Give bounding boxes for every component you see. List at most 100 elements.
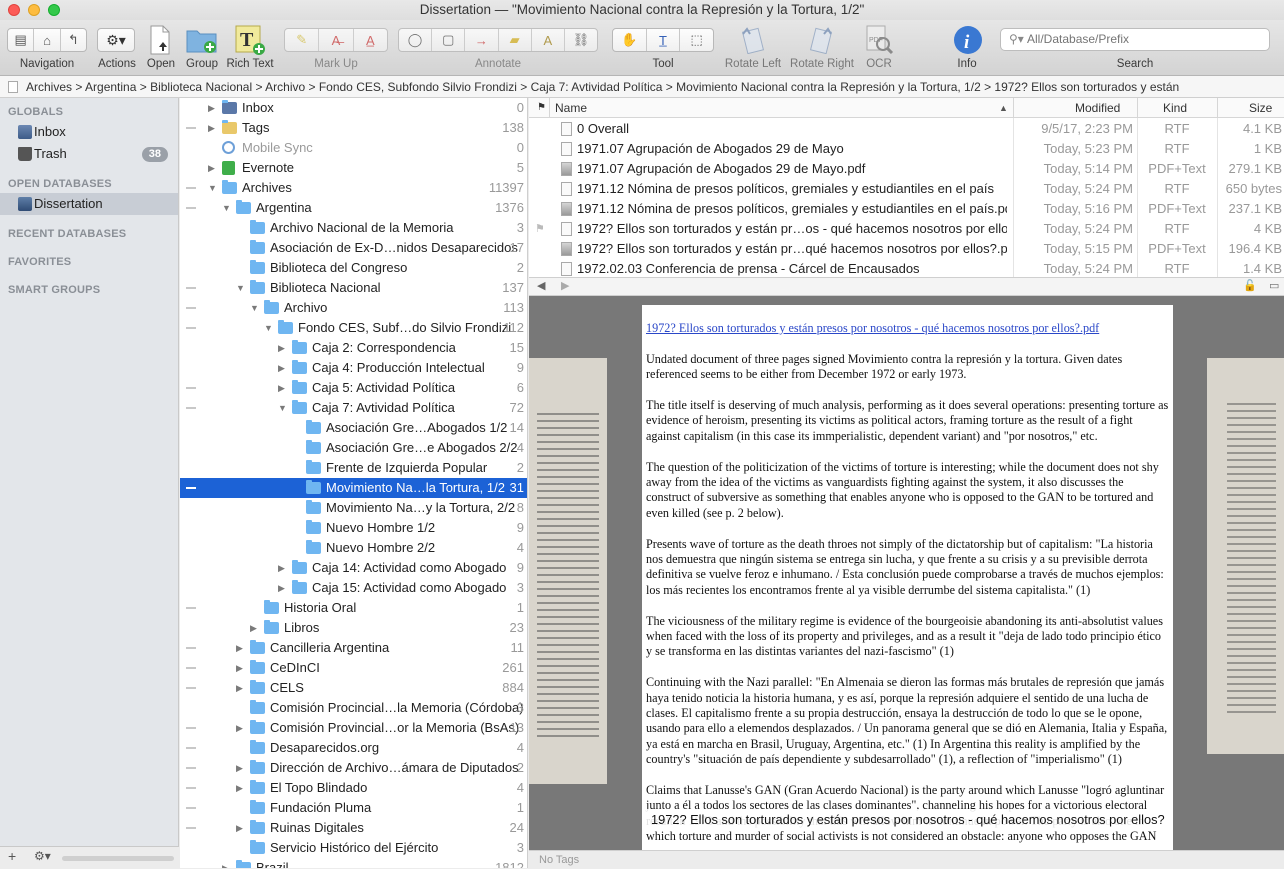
home-icon[interactable]: ⌂ [34,29,61,51]
outline-row[interactable]: Historia Oral 1 [180,598,527,618]
list-row[interactable]: 0 Overall 9/5/17, 2:23 PM RTF 4.1 KB [529,119,1284,139]
outline-row[interactable]: Comisión Procincial…la Memoria (Córdoba)… [180,698,527,718]
previous-icon[interactable]: ◀ [537,279,545,292]
disclosure-closed-icon[interactable]: ▶ [208,118,215,138]
outline-row[interactable]: Archivo Nacional de la Memoria 3 [180,218,527,238]
drag-handle-icon[interactable] [186,307,196,309]
outline-row[interactable]: ▶ Caja 2: Correspondencia 15 [180,338,527,358]
oval-icon[interactable]: ◯ [399,29,433,51]
outline-row[interactable]: ▼ Caja 7: Avtividad Política 72 [180,398,527,418]
drag-handle-icon[interactable] [186,667,196,669]
drag-handle-icon[interactable] [186,187,196,189]
outline-row[interactable]: ▼ Argentina 1376 [180,198,527,218]
next-icon[interactable]: ▶ [561,279,569,292]
search-field[interactable]: ⚲▾ [1000,28,1270,51]
column-header-modified[interactable]: Modified [1075,98,1120,118]
sidebar-item-trash[interactable]: Trash 38 [0,143,178,165]
disclosure-closed-icon[interactable]: ▶ [236,638,243,658]
drag-handle-icon[interactable] [186,387,196,389]
outline-row[interactable]: Nuevo Hombre 2/2 4 [180,538,527,558]
hand-tool-icon[interactable]: ✋ [613,29,647,51]
note-icon[interactable]: ▰ [499,29,532,51]
breadcrumb-path[interactable]: Archives > Argentina > Biblioteca Nacion… [26,80,1179,94]
text-box-icon[interactable]: A [532,29,565,51]
outline-row[interactable]: ▶ CELS 884 [180,678,527,698]
drag-handle-icon[interactable] [186,767,196,769]
disclosure-open-icon[interactable]: ▼ [236,278,245,298]
list-row[interactable]: 1971.07 Agrupación de Abogados 29 de May… [529,139,1284,159]
disclosure-closed-icon[interactable]: ▶ [278,578,285,598]
underline-icon[interactable]: A̲ [354,29,387,51]
back-up-icon[interactable]: ↰ [61,29,86,51]
drag-handle-icon[interactable] [186,727,196,729]
rotate-left-button[interactable] [738,25,768,55]
outline-row[interactable]: Frente de Izquierda Popular 2 [180,458,527,478]
disclosure-closed-icon[interactable]: ▶ [236,818,243,838]
gear-icon[interactable]: ⚙▾ [34,849,51,863]
outline-row[interactable]: Desaparecidos.org 4 [180,738,527,758]
list-row[interactable]: 1971.07 Agrupación de Abogados 29 de May… [529,159,1284,179]
outline-row[interactable]: ▶ Comisión Provincial…or la Memoria (BsAs… [180,718,527,738]
disclosure-open-icon[interactable]: ▼ [208,178,217,198]
outline-row[interactable]: ▶ Inbox 0 [180,98,527,118]
disclosure-closed-icon[interactable]: ▶ [222,858,229,868]
drag-handle-icon[interactable] [186,407,196,409]
disclosure-closed-icon[interactable]: ▶ [278,378,285,398]
outline-row[interactable]: ▼ Fondo CES, Subf…do Silvio Frondizi 112 [180,318,527,338]
outline-row[interactable]: Asociación Gre…e Abogados 2/2 4 [180,438,527,458]
sidebar-heading-favorites[interactable]: FAVORITES [8,256,71,268]
minimize-window-button[interactable] [28,4,40,16]
flag-icon[interactable]: ⚑ [535,219,545,239]
rich-text-button[interactable]: T [234,24,266,56]
text-select-icon[interactable]: T̲ [647,29,681,51]
document-link[interactable]: 1972? Ellos son torturados y están preso… [646,321,1099,335]
outline-row[interactable]: ▶ Cancilleria Argentina 11 [180,638,527,658]
outline-row[interactable]: Servicio Histórico del Ejército 3 [180,838,527,858]
disclosure-closed-icon[interactable]: ▶ [278,558,285,578]
disclosure-closed-icon[interactable]: ▶ [208,158,215,178]
group-button[interactable] [186,25,218,55]
toggle-view-icon[interactable]: ▭ [1269,279,1279,292]
drag-handle-icon[interactable] [186,647,196,649]
outline-row[interactable]: Mobile Sync 0 [180,138,527,158]
column-header-size[interactable]: Size [1249,98,1272,118]
outline-row[interactable]: ▶ Caja 4: Producción Intelectual 9 [180,358,527,378]
marquee-select-icon[interactable]: ⬚ [680,29,713,51]
zoom-window-button[interactable] [48,4,60,16]
outline-row[interactable]: ▼ Archivo 113 [180,298,527,318]
outline-row[interactable]: ▶ Caja 15: Actividad como Abogado 3 [180,578,527,598]
drag-handle-icon[interactable] [186,287,196,289]
sidebar-toggle-icon[interactable]: ▤ [8,29,35,51]
arrow-icon[interactable]: → [465,29,499,51]
outline-row[interactable]: ▶ Caja 5: Actividad Política 6 [180,378,527,398]
actions-button[interactable]: ⚙▾ [97,28,135,52]
drag-handle-icon[interactable] [186,127,196,129]
disclosure-closed-icon[interactable]: ▶ [208,98,215,118]
disclosure-open-icon[interactable]: ▼ [250,298,259,318]
disclosure-closed-icon[interactable]: ▶ [236,778,243,798]
outline-row[interactable]: Fundación Pluma 1 [180,798,527,818]
disclosure-closed-icon[interactable]: ▶ [278,358,285,378]
disclosure-closed-icon[interactable]: ▶ [236,758,243,778]
drag-handle-icon[interactable] [186,487,196,489]
list-row[interactable]: ⚑ 1972? Ellos son torturados y están pr…o… [529,219,1284,239]
rectangle-icon[interactable]: ▢ [432,29,466,51]
lock-icon[interactable]: 🔓 [1243,279,1257,292]
flag-column-icon[interactable]: ⚑ [537,98,546,118]
disclosure-open-icon[interactable]: ▼ [278,398,287,418]
disclosure-open-icon[interactable]: ▼ [222,198,231,218]
outline-row[interactable]: ▼ Biblioteca Nacional 137 [180,278,527,298]
drag-handle-icon[interactable] [186,827,196,829]
outline-row[interactable]: ▶ Brazil 1812 [180,858,527,868]
annotate-control[interactable]: ◯ ▢ → ▰ A ⛓ [398,28,598,52]
sidebar-item-inbox[interactable]: Inbox [0,121,178,143]
disclosure-open-icon[interactable]: ▼ [264,318,273,338]
open-button[interactable] [148,24,172,56]
drag-handle-icon[interactable] [186,787,196,789]
column-header-name[interactable]: Name [555,98,587,118]
outline-row[interactable]: ▶ Tags 138 [180,118,527,138]
info-button[interactable]: i [952,24,984,56]
drag-handle-icon[interactable] [186,607,196,609]
disclosure-closed-icon[interactable]: ▶ [236,658,243,678]
breadcrumb[interactable]: Archives > Argentina > Biblioteca Nacion… [0,76,1284,98]
